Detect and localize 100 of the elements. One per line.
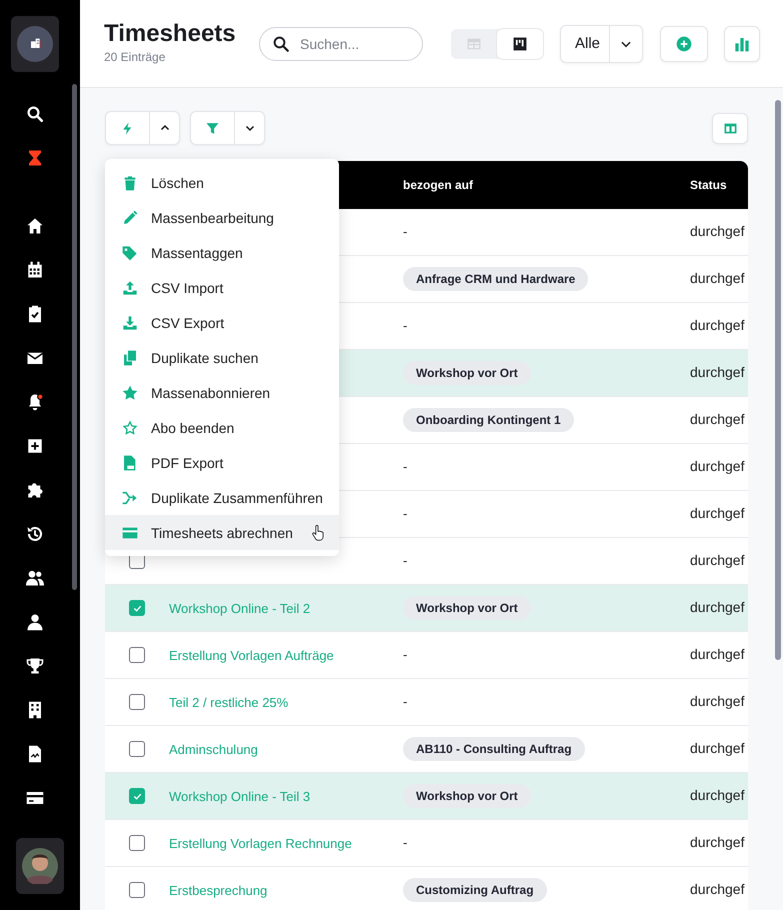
credit-card-icon[interactable] xyxy=(26,789,44,807)
avatar-icon xyxy=(22,848,58,884)
table-row[interactable]: Erstellung Vorlagen Rechnunge - durchgef xyxy=(105,820,748,867)
upload-icon xyxy=(122,280,138,296)
document-icon[interactable] xyxy=(26,745,44,763)
project-tag: Anfrage CRM und Hardware xyxy=(403,267,588,291)
user-icon[interactable] xyxy=(26,613,44,631)
table-cell: - xyxy=(403,647,408,662)
status-cell: durchgef xyxy=(690,223,744,239)
star-outline-icon xyxy=(122,420,138,436)
lightning-icon xyxy=(121,122,134,134)
trash-icon xyxy=(122,174,138,190)
credit-card-icon xyxy=(122,524,138,540)
status-cell: durchgef xyxy=(690,411,744,427)
page-title: Timesheets xyxy=(104,21,237,47)
table-row[interactable]: Workshop Online - Teil 2 Workshop vor Ort durchgef xyxy=(105,585,748,632)
table-cell: - xyxy=(403,553,408,568)
status-cell: durchgef xyxy=(690,834,744,850)
status-cell: durchgef xyxy=(690,364,744,380)
menu-item[interactable]: Abo beenden xyxy=(105,410,339,445)
project-tag: AB110 - Consulting Auftrag xyxy=(403,737,585,761)
chart-button[interactable] xyxy=(724,26,760,62)
status-cell: durchgef xyxy=(690,505,744,521)
table-row[interactable]: Teil 2 / restliche 25% - durchgef xyxy=(105,679,748,726)
status-cell: durchgef xyxy=(690,599,744,615)
checkbox[interactable] xyxy=(129,741,145,757)
tag-icon xyxy=(122,244,138,260)
merge-arrow-icon xyxy=(122,490,138,506)
table-cell: - xyxy=(403,224,408,239)
status-cell: durchgef xyxy=(690,270,744,286)
menu-item[interactable]: CSV Import xyxy=(105,270,339,305)
table-cell: - xyxy=(403,835,408,850)
scrollbar[interactable] xyxy=(72,84,77,590)
checkbox[interactable] xyxy=(129,788,145,804)
hand-cursor-icon xyxy=(310,524,326,540)
copy-icon xyxy=(122,350,138,366)
project-tag: Onboarding Kontingent 1 xyxy=(403,408,574,432)
checkbox[interactable] xyxy=(129,694,145,710)
column-header: bezogen auf xyxy=(403,178,474,192)
project-tag: Workshop vor Ort xyxy=(403,596,531,620)
star-icon xyxy=(122,384,138,400)
board-view-button[interactable] xyxy=(497,28,543,58)
pencil-icon xyxy=(122,210,138,226)
status-cell: durchgef xyxy=(690,458,744,474)
bar-chart-icon xyxy=(734,36,750,52)
scrollbar[interactable] xyxy=(775,100,781,660)
checkbox[interactable] xyxy=(129,835,145,851)
home-icon[interactable] xyxy=(26,217,44,235)
project-tag: Workshop vor Ort xyxy=(403,361,531,385)
status-cell: durchgef xyxy=(690,552,744,568)
users-icon[interactable] xyxy=(26,569,44,587)
puzzle-icon[interactable] xyxy=(26,481,44,499)
table-row[interactable]: Erstbesprechung Customizing Auftrag durchgef xyxy=(105,867,748,910)
bell-icon[interactable] xyxy=(26,393,44,411)
history-icon[interactable] xyxy=(26,525,44,543)
columns-icon xyxy=(724,122,736,134)
plus-square-icon[interactable] xyxy=(26,437,44,455)
trophy-icon[interactable] xyxy=(26,657,44,675)
hourglass-icon[interactable] xyxy=(26,149,44,167)
status-cell: durchgef xyxy=(690,787,744,803)
menu-item[interactable]: PDF Export xyxy=(105,445,339,480)
logo-button[interactable] xyxy=(11,16,59,72)
status-cell: durchgef xyxy=(690,740,744,756)
select-value[interactable]: Alle xyxy=(561,26,609,62)
status-cell: durchgef xyxy=(690,881,744,897)
calendar-icon[interactable] xyxy=(26,261,44,279)
checkbox[interactable] xyxy=(129,882,145,898)
status-cell: durchgef xyxy=(690,693,744,709)
project-tag: Customizing Auftrag xyxy=(403,878,547,902)
table-icon xyxy=(467,36,481,50)
building-icon[interactable] xyxy=(26,701,44,719)
menu-item[interactable]: CSV Export xyxy=(105,305,339,340)
status-cell: durchgef xyxy=(690,317,744,333)
entry-count: 20 Einträge xyxy=(104,50,166,64)
table-cell: - xyxy=(403,694,408,709)
add-button[interactable] xyxy=(660,26,708,62)
search-icon xyxy=(272,34,290,52)
menu-item[interactable]: Löschen xyxy=(105,165,339,200)
table-cell: - xyxy=(403,506,408,521)
plus-circle-icon xyxy=(676,36,692,52)
table-cell: - xyxy=(403,318,408,333)
column-header: Status xyxy=(690,178,728,192)
pdf-file-icon xyxy=(122,454,138,470)
search-icon[interactable] xyxy=(26,105,44,123)
status-cell: durchgef xyxy=(690,646,744,662)
columns-button[interactable] xyxy=(712,112,748,144)
table-row[interactable]: Adminschulung AB110 - Consulting Auftrag durchgef xyxy=(105,726,748,773)
project-tag: Workshop vor Ort xyxy=(403,784,531,808)
table-row[interactable]: Erstellung Vorlagen Aufträge - durchgef xyxy=(105,632,748,679)
checkbox[interactable] xyxy=(129,647,145,663)
search-field[interactable]: Suchen... xyxy=(259,26,423,60)
filter-icon xyxy=(206,122,219,134)
menu-item[interactable]: Timesheets abrechnen xyxy=(105,515,339,550)
avatar-button[interactable] xyxy=(16,838,64,894)
table-cell: - xyxy=(403,459,408,474)
table-row[interactable]: Workshop Online - Teil 3 Workshop vor Ort durchgef xyxy=(105,773,748,820)
download-icon xyxy=(122,314,138,330)
clipboard-check-icon[interactable] xyxy=(26,305,44,323)
checkbox[interactable] xyxy=(129,600,145,616)
kanban-icon xyxy=(513,36,527,50)
